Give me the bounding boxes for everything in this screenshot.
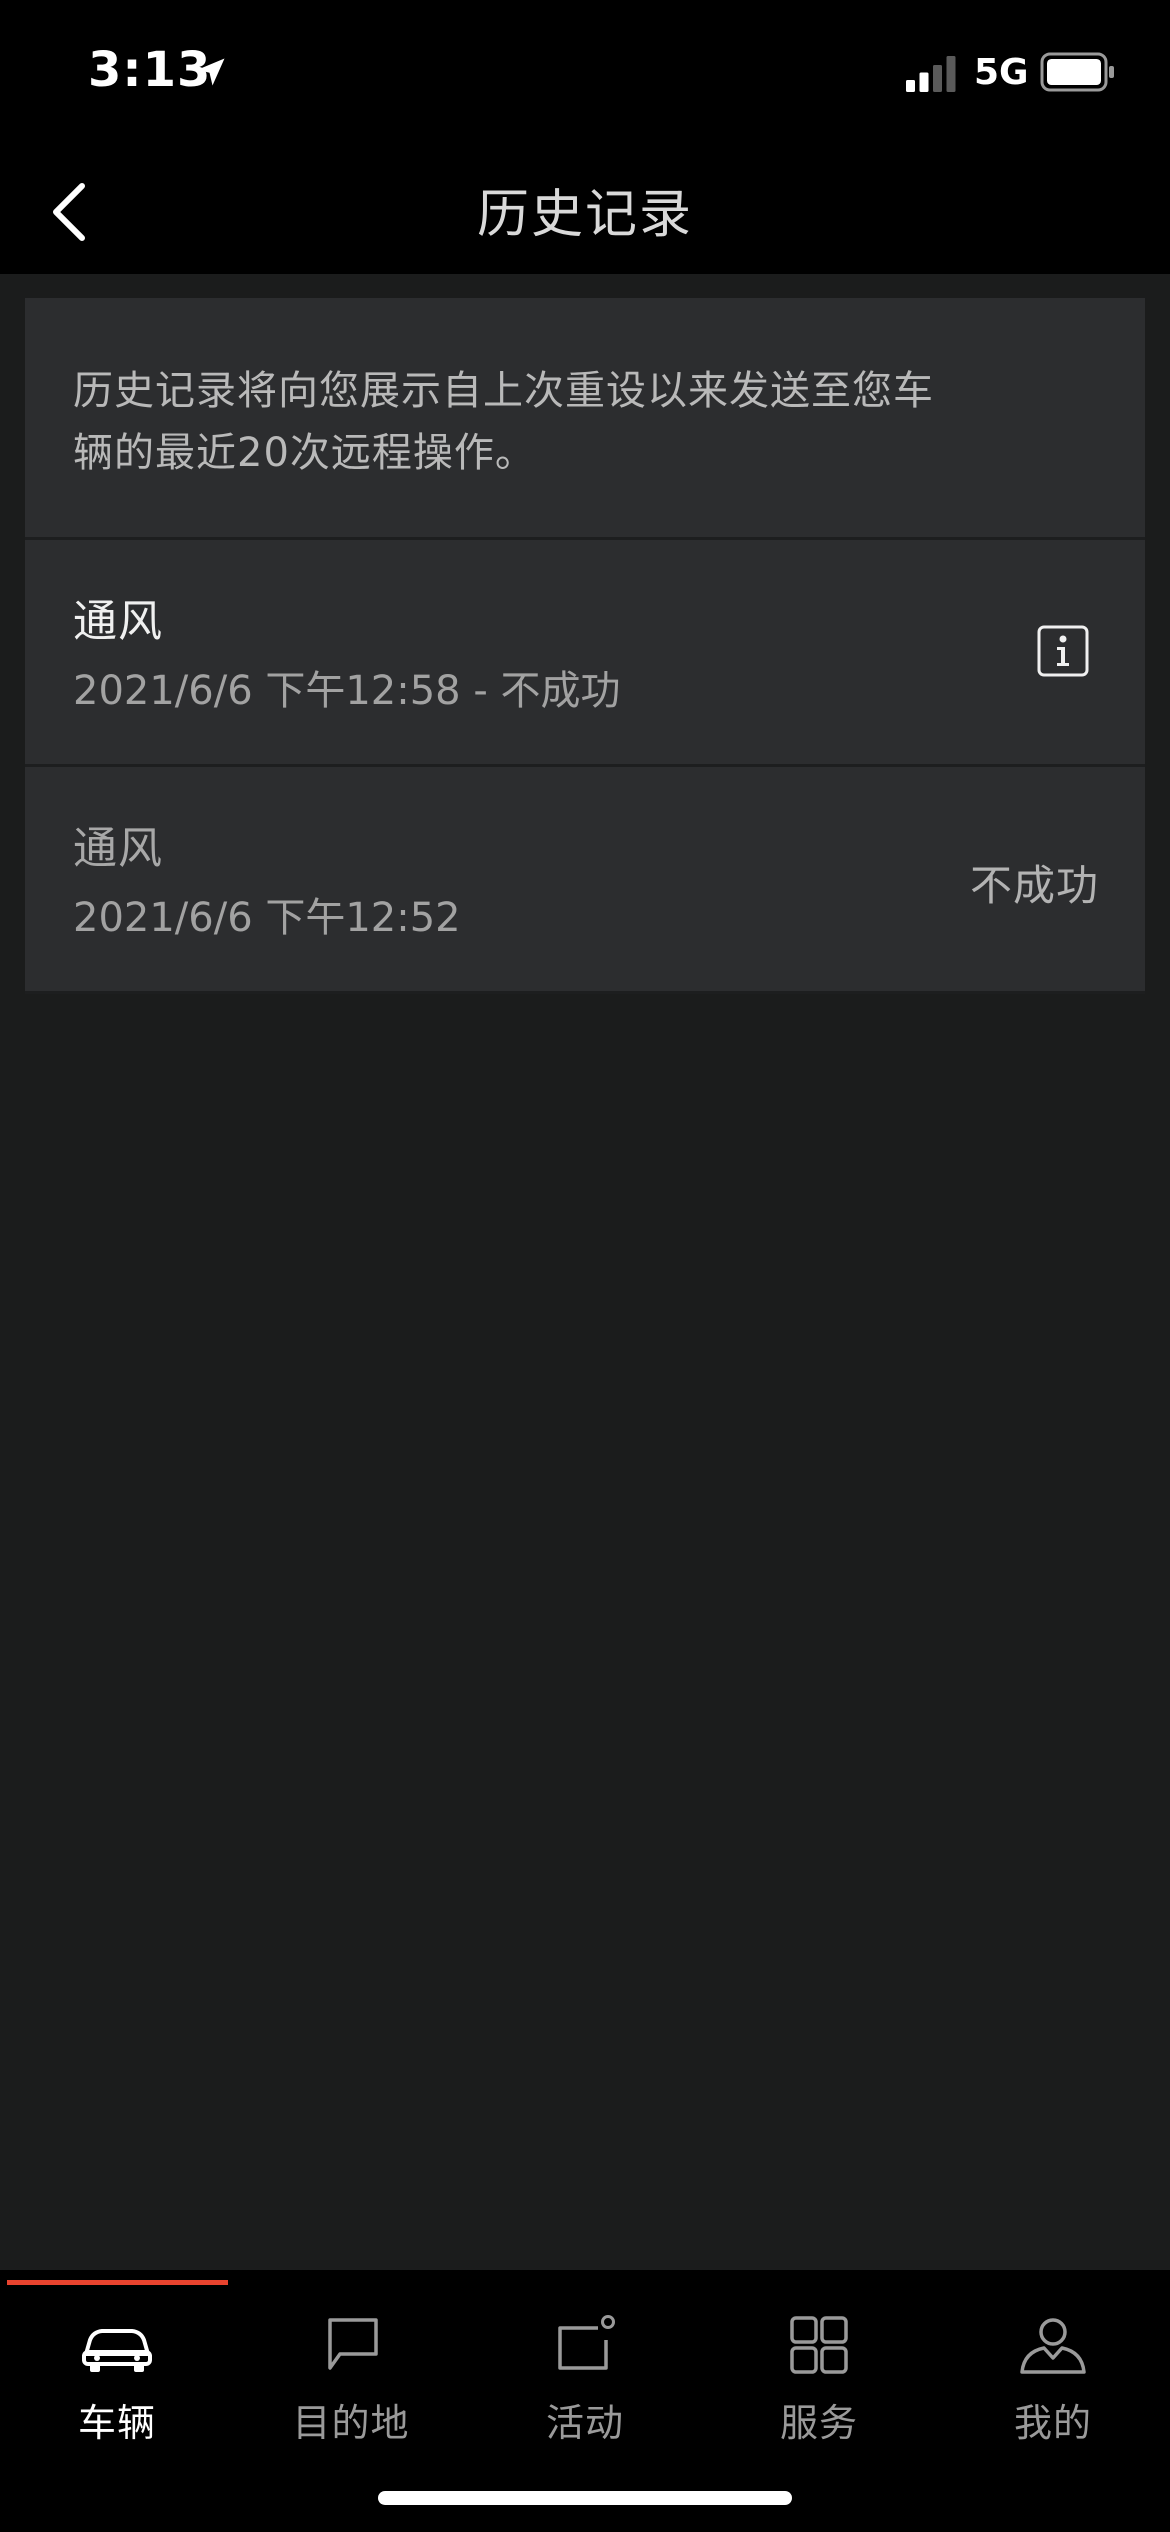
chat-bubble-icon xyxy=(328,2318,378,2370)
user-icon xyxy=(1020,2318,1086,2374)
status-bar: 3:13 5G xyxy=(0,0,1170,150)
page-title: 历史记录 xyxy=(476,185,693,245)
car-icon xyxy=(82,2329,152,2372)
cellular-signal-icon xyxy=(906,56,956,92)
history-item-title: 通风 xyxy=(73,823,163,874)
history-item[interactable]: 通风 2021/6/6 下午12:52 不成功 xyxy=(25,767,1145,994)
home-indicator[interactable] xyxy=(378,2491,792,2505)
tab-label: 我的 xyxy=(1013,2401,1092,2445)
battery-icon xyxy=(1040,52,1114,92)
tab-vehicle[interactable]: 车辆 xyxy=(0,2290,234,2460)
info-icon[interactable] xyxy=(1037,625,1089,677)
tab-label: 车辆 xyxy=(77,2401,156,2445)
grid-icon xyxy=(790,2316,848,2374)
history-item-title: 通风 xyxy=(73,596,163,647)
tab-profile[interactable]: 我的 xyxy=(936,2290,1170,2460)
tab-active-indicator xyxy=(7,2280,228,2285)
network-label: 5G xyxy=(974,52,1029,93)
tab-label: 活动 xyxy=(545,2401,624,2445)
history-item[interactable]: 通风 2021/6/6 下午12:58 - 不成功 xyxy=(25,540,1145,767)
nav-bar: 历史记录 xyxy=(0,150,1170,274)
tab-label: 目的地 xyxy=(292,2401,410,2445)
history-item-subtitle: 2021/6/6 下午12:58 - 不成功 xyxy=(73,668,621,714)
tab-destinations[interactable]: 目的地 xyxy=(234,2290,468,2460)
location-arrow-icon xyxy=(197,58,225,86)
tab-services[interactable]: 服务 xyxy=(702,2290,936,2460)
intro-text: 历史记录将向您展示自上次重设以来发送至您车 辆的最近20次远程操作。 xyxy=(73,368,934,476)
tab-activities[interactable]: 活动 xyxy=(468,2290,702,2460)
notification-square-icon xyxy=(558,2315,615,2370)
history-item-status: 不成功 xyxy=(969,861,1099,910)
history-item-subtitle: 2021/6/6 下午12:52 xyxy=(73,895,461,941)
intro-card: 历史记录将向您展示自上次重设以来发送至您车 辆的最近20次远程操作。 xyxy=(25,298,1145,540)
tab-label: 服务 xyxy=(779,2401,858,2445)
history-list: 历史记录将向您展示自上次重设以来发送至您车 辆的最近20次远程操作。 通风 20… xyxy=(25,298,1145,994)
